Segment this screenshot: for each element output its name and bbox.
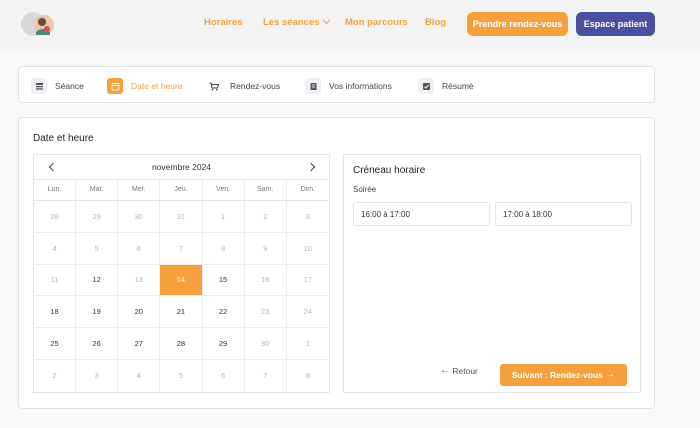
date-time-card: Date et heure novembre 2024 Lun. Mar. Mer.… (18, 117, 655, 409)
calendar-day[interactable]: 17 (287, 265, 329, 296)
step-label: Séance (55, 81, 84, 91)
calendar-day[interactable]: 15 (203, 264, 245, 296)
arrow-left-icon: ← (440, 365, 450, 376)
step-label: Date et heure (131, 81, 183, 91)
weekday-label: Mar. (76, 180, 119, 200)
calendar-week-row: 4 5 6 7 8 9 10 (34, 232, 329, 265)
step-label: Résumé (442, 81, 474, 91)
time-slot-panel: Créneau horaire Soirée 16:00 à 17:00 17:… (343, 154, 641, 393)
calendar-icon (107, 78, 123, 94)
calendar-week-row: 18 19 20 21 22 23 24 (34, 296, 329, 329)
calendar-day[interactable]: 23 (245, 296, 287, 328)
patient-space-button[interactable]: Espace patient (576, 12, 655, 36)
step-resume[interactable]: Résumé (418, 77, 474, 95)
arrow-right-icon: → (605, 369, 616, 380)
calendar-day[interactable]: 5 (160, 359, 203, 392)
calendar-week-row: 11 12 13 14 15 16 17 (34, 264, 329, 297)
calendar-day[interactable]: 30 (245, 328, 287, 359)
calendar-day[interactable]: 30 (118, 201, 161, 232)
slot-panel-title: Créneau horaire (353, 165, 426, 176)
calendar-day[interactable]: 6 (118, 232, 161, 264)
calendar-day[interactable]: 28 (34, 201, 77, 232)
next-button-label: Suivant : Rendez-vous (511, 370, 603, 380)
calendar-grid: 28 29 30 31 1 2 3 4 5 6 7 8 9 10 11 12 13 14 15 16 17 18 19 20 2… (34, 201, 329, 392)
calendar-week-row: 28 29 30 31 1 2 3 (34, 201, 329, 233)
site-logo[interactable] (20, 10, 56, 38)
nav-seances-dropdown[interactable]: Les séances (263, 16, 330, 28)
back-button-label: Retour (452, 366, 478, 376)
slot-period-label: Soirée (353, 185, 377, 194)
calendar-day[interactable]: 22 (203, 296, 245, 328)
calendar-day[interactable]: 12 (76, 264, 119, 296)
calendar-day[interactable]: 13 (118, 264, 161, 296)
calendar-day[interactable]: 2 (34, 359, 77, 392)
calendar-day[interactable]: 20 (118, 296, 161, 328)
weekday-label: Ven. (203, 180, 245, 200)
calendar-day[interactable]: 5 (76, 232, 119, 264)
calendar-day[interactable]: 2 (245, 201, 287, 232)
calendar-day[interactable]: 16 (245, 264, 287, 296)
check-icon (418, 78, 434, 94)
step-label: Rendez-vous (230, 81, 281, 91)
calendar-day[interactable]: 24 (287, 296, 329, 327)
calendar-day-selected[interactable]: 14 (160, 264, 203, 296)
calendar-day[interactable]: 10 (287, 233, 329, 264)
nav-blog-link[interactable]: Blog (425, 17, 446, 28)
time-slot-option[interactable]: 16:00 à 17:00 (353, 202, 490, 226)
cart-icon (206, 78, 222, 94)
calendar-week-row: 2345678 (34, 359, 329, 392)
back-button[interactable]: ← Retour (440, 365, 478, 377)
calendar-day[interactable]: 6 (203, 359, 245, 392)
calendar-day[interactable]: 8 (203, 232, 245, 264)
step-rendez-vous[interactable]: Rendez-vous (206, 77, 280, 95)
calendar-day[interactable]: 8 (287, 360, 329, 392)
calendar-day[interactable]: 9 (245, 232, 287, 264)
calendar-day[interactable]: 3 (76, 359, 119, 392)
booking-steps-bar: Séance Date et heure Rendez-vous Vos inf… (18, 66, 655, 103)
step-vos-informations[interactable]: Vos informations (305, 77, 392, 95)
calendar-day[interactable]: 1 (203, 201, 245, 232)
calendar: novembre 2024 Lun. Mar. Mer. Jeu. Ven. Sam. Di… (33, 154, 330, 393)
form-icon (305, 78, 321, 94)
calendar-day[interactable]: 27 (118, 328, 161, 359)
calendar-day[interactable]: 21 (160, 296, 203, 328)
weekday-label: Mer. (118, 180, 161, 200)
calendar-month: novembre 2024 (151, 162, 212, 172)
chevron-down-icon (322, 16, 330, 25)
nav-seances-label: Les séances (263, 17, 320, 28)
step-label: Vos informations (329, 81, 392, 91)
book-appointment-button[interactable]: Prendre rendez-vous (467, 12, 568, 36)
nav-horaires-link[interactable]: Horaires (204, 17, 243, 28)
calendar-day[interactable]: 29 (203, 328, 245, 359)
weekday-label: Lun. (34, 180, 77, 200)
weekday-label: Jeu. (160, 180, 203, 200)
card-title: Date et heure (33, 133, 94, 144)
weekday-label: Dim. (300, 186, 315, 193)
calendar-day[interactable]: 7 (245, 359, 287, 392)
calendar-day[interactable]: 29 (76, 201, 119, 232)
time-slot-option[interactable]: 17:00 à 18:00 (495, 202, 632, 226)
calendar-week-row: 25 26 27 28 29 30 1 (34, 328, 329, 360)
calendar-day[interactable]: 3 (287, 201, 329, 232)
weekday-label: Sam. (245, 180, 287, 200)
step-seance[interactable]: Séance (31, 77, 84, 95)
calendar-day[interactable]: 31 (160, 201, 203, 232)
nav-parcours-link[interactable]: Mon parcours (345, 17, 408, 28)
calendar-day[interactable]: 7 (160, 232, 203, 264)
weekday-header-row: Lun. Mar. Mer. Jeu. Ven. Sam. Dim. (34, 180, 329, 201)
calendar-header: novembre 2024 (34, 155, 329, 180)
list-icon (31, 78, 47, 94)
top-navigation-bar: Horaires Les séances Mon parcours Blog P… (0, 0, 700, 49)
calendar-day[interactable]: 19 (76, 296, 119, 328)
calendar-day[interactable]: 1 (287, 328, 329, 359)
calendar-day[interactable]: 25 (34, 328, 77, 359)
calendar-day[interactable]: 11 (34, 264, 77, 296)
step-date-heure[interactable]: Date et heure (107, 77, 183, 95)
calendar-day[interactable]: 18 (34, 296, 77, 328)
calendar-day[interactable]: 4 (118, 359, 161, 392)
next-step-button[interactable]: Suivant : Rendez-vous → (500, 364, 627, 386)
calendar-day[interactable]: 28 (160, 328, 203, 359)
calendar-day[interactable]: 26 (76, 328, 119, 359)
calendar-day[interactable]: 4 (34, 232, 77, 264)
